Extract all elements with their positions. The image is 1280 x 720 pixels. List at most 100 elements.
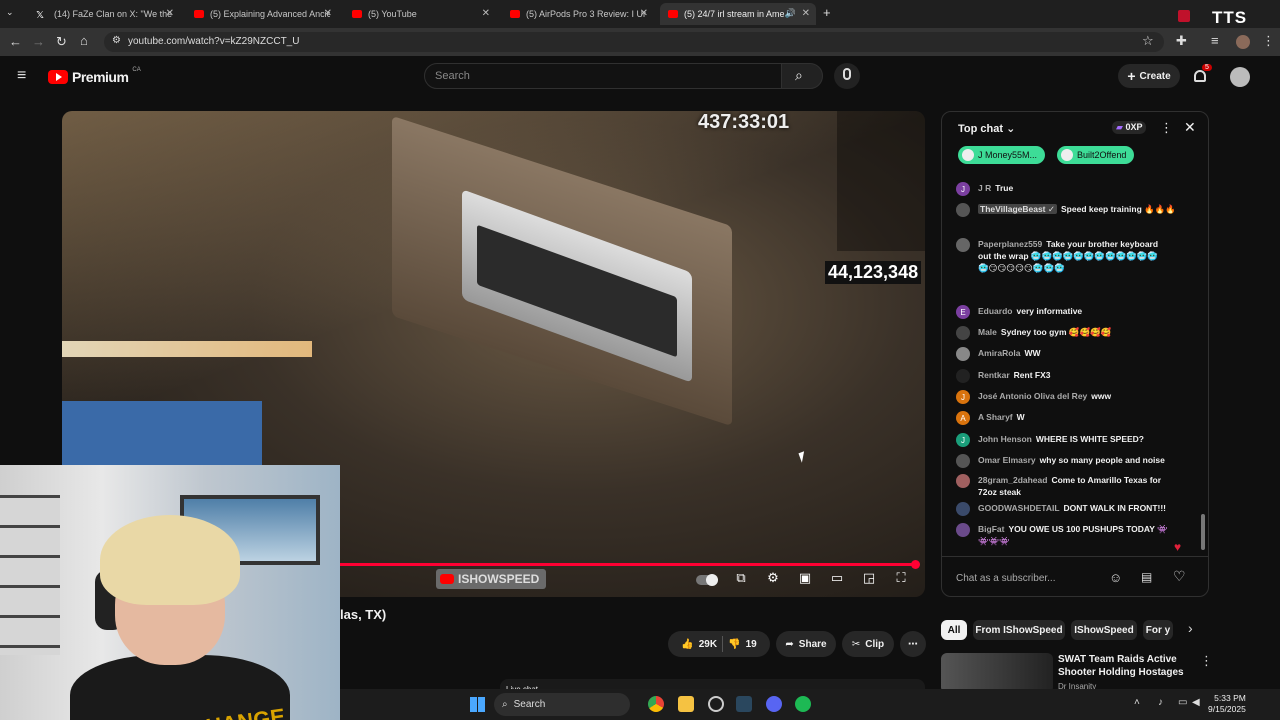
filter-chip-all[interactable]: All [941, 620, 967, 640]
hamburger-menu-icon[interactable]: ≡ [17, 67, 26, 85]
back-icon[interactable]: ← [9, 34, 22, 49]
clip-button[interactable]: ✂ Clip [842, 631, 894, 657]
browser-tab[interactable]: 𝕏 (14) FaZe Clan on X: "We the bo ✕ [28, 3, 180, 25]
author-name[interactable]: GOODWASHDETAIL [978, 503, 1060, 513]
browser-menu-icon[interactable]: ⋮ [1262, 33, 1275, 49]
omnibox[interactable]: ⚙ youtube.com/watch?v=kZ29NZCCT_U [104, 32, 1164, 52]
site-info-icon[interactable]: ⚙ [112, 35, 121, 46]
close-tab-icon[interactable]: ✕ [640, 8, 648, 19]
author-avatar[interactable] [956, 203, 970, 217]
new-tab-icon[interactable]: + [823, 5, 831, 20]
author-name[interactable]: Eduardo [978, 306, 1012, 316]
author-name[interactable]: J R [978, 183, 991, 193]
author-avatar[interactable] [956, 454, 970, 468]
speaker-icon[interactable]: 🔊 [785, 8, 796, 19]
close-tab-icon[interactable]: ✕ [482, 8, 490, 19]
app-icon[interactable] [708, 696, 724, 712]
windows-start-icon[interactable] [470, 697, 485, 712]
top-chat-dropdown[interactable]: Top chat ⌄ [958, 122, 1015, 135]
tray-network-icon[interactable]: ▭ [1178, 697, 1187, 708]
author-avatar[interactable]: J [956, 433, 970, 447]
close-chat-icon[interactable]: ✕ [1184, 119, 1196, 136]
search-input[interactable]: Search [424, 63, 782, 89]
filter-chip-from-channel[interactable]: From IShowSpeed [973, 620, 1065, 640]
share-button[interactable]: ➦ Share [776, 631, 836, 657]
close-tab-icon[interactable]: ✕ [324, 8, 332, 19]
spotify-icon[interactable] [795, 696, 811, 712]
author-name[interactable]: Male [978, 327, 997, 337]
author-name[interactable]: AmiraRola [978, 348, 1021, 358]
author-avatar[interactable] [956, 326, 970, 340]
pinned-donor-chip[interactable]: Built2Offend [1057, 146, 1135, 164]
account-avatar[interactable] [1230, 67, 1250, 87]
related-video-thumbnail[interactable] [941, 653, 1053, 693]
taskbar-clock[interactable]: 5:33 PM 9/15/2025 [1208, 693, 1246, 715]
forward-icon[interactable]: → [32, 34, 45, 49]
notifications-button[interactable]: 5 [1192, 64, 1212, 86]
autoplay-toggle[interactable] [696, 574, 718, 586]
dislike-button[interactable]: 👎 19 [728, 639, 757, 650]
author-avatar[interactable]: A [956, 411, 970, 425]
tray-chevron-icon[interactable]: ˄ [1134, 697, 1140, 708]
browser-tab-active[interactable]: (5) 24/7 irl stream in Ameri 🔊 ✕ [660, 3, 816, 25]
tab-list-icon[interactable]: ⌄ [6, 7, 14, 18]
filter-chip-for-you[interactable]: For y [1143, 620, 1173, 640]
discord-icon[interactable] [766, 696, 782, 712]
author-avatar[interactable] [956, 369, 970, 383]
chat-scrollbar[interactable] [1201, 514, 1205, 550]
like-button[interactable]: 👍 29K [681, 639, 717, 650]
taskbar-search[interactable]: ⌕ Search [494, 693, 630, 716]
author-name[interactable]: Rentkar [978, 370, 1010, 380]
related-more-icon[interactable]: ⋮ [1200, 653, 1213, 669]
captions-icon[interactable]: ⧉ [733, 571, 749, 585]
chevron-right-icon[interactable]: › [1188, 620, 1193, 636]
create-button[interactable]: + Create [1118, 64, 1180, 88]
youtube-logo[interactable]: Premium CA [48, 67, 141, 85]
author-avatar[interactable] [956, 523, 970, 537]
author-avatar[interactable] [956, 474, 970, 488]
author-avatar[interactable] [956, 347, 970, 361]
super-chat-icon[interactable]: ▤ [1141, 570, 1152, 584]
author-avatar[interactable] [956, 238, 970, 252]
author-name[interactable]: 28gram_2dahead [978, 475, 1047, 485]
tray-mic-icon[interactable]: ♪ [1158, 697, 1163, 708]
close-tab-icon[interactable]: ✕ [802, 8, 810, 19]
author-avatar[interactable] [956, 502, 970, 516]
progress-scrubber[interactable] [911, 560, 921, 569]
chat-menu-icon[interactable]: ⋮ [1160, 120, 1173, 136]
steam-icon[interactable] [736, 696, 752, 712]
browser-tab[interactable]: (5) Explaining Advanced Ancien ✕ [186, 3, 338, 25]
fullscreen-icon[interactable]: ⛶ [893, 571, 909, 585]
author-avatar[interactable]: J [956, 390, 970, 404]
close-tab-icon[interactable]: ✕ [166, 8, 174, 19]
author-name[interactable]: TheVillageBeast ✓ [978, 204, 1057, 214]
reload-icon[interactable]: ↻ [56, 34, 67, 50]
chrome-icon[interactable] [648, 696, 664, 712]
chat-input[interactable]: Chat as a subscriber... [956, 567, 1106, 589]
home-icon[interactable]: ⌂ [80, 33, 88, 48]
profile-avatar[interactable] [1236, 35, 1250, 49]
author-name[interactable]: A Sharyf [978, 412, 1013, 422]
theater-mode-icon[interactable]: ▭ [829, 571, 845, 585]
miniplayer-icon[interactable]: ▣ [797, 571, 813, 585]
author-name[interactable]: Paperplanez559 [978, 239, 1042, 249]
related-video-title[interactable]: SWAT Team Raids Active Shooter Holding H… [1058, 653, 1198, 679]
xp-badge[interactable]: ▰ 0XP [1112, 121, 1147, 134]
settings-gear-icon[interactable]: ⚙ [765, 571, 781, 585]
file-explorer-icon[interactable] [678, 696, 694, 712]
heart-icon[interactable]: ♡ [1173, 568, 1186, 585]
tray-volume-icon[interactable]: ◀ [1192, 697, 1200, 708]
bookmark-star-icon[interactable]: ☆ [1142, 33, 1154, 49]
pinned-donor-chip[interactable]: J Money55M... [958, 146, 1046, 164]
search-button[interactable]: ⌕ [781, 63, 823, 89]
author-name[interactable]: John Henson [978, 434, 1032, 444]
url-text[interactable]: youtube.com/watch?v=kZ29NZCCT_U [128, 36, 299, 47]
author-avatar[interactable]: J [956, 182, 970, 196]
voice-search-button[interactable] [834, 63, 860, 89]
browser-tab[interactable]: (5) AirPods Pro 3 Review: I Und ✕ [502, 3, 654, 25]
extensions-icon[interactable]: ✚ [1176, 33, 1187, 49]
filter-chip-channel[interactable]: IShowSpeed [1071, 620, 1137, 640]
more-actions-button[interactable]: ⋯ [900, 631, 926, 657]
author-name[interactable]: Omar Elmasry [978, 455, 1036, 465]
author-avatar[interactable]: E [956, 305, 970, 319]
